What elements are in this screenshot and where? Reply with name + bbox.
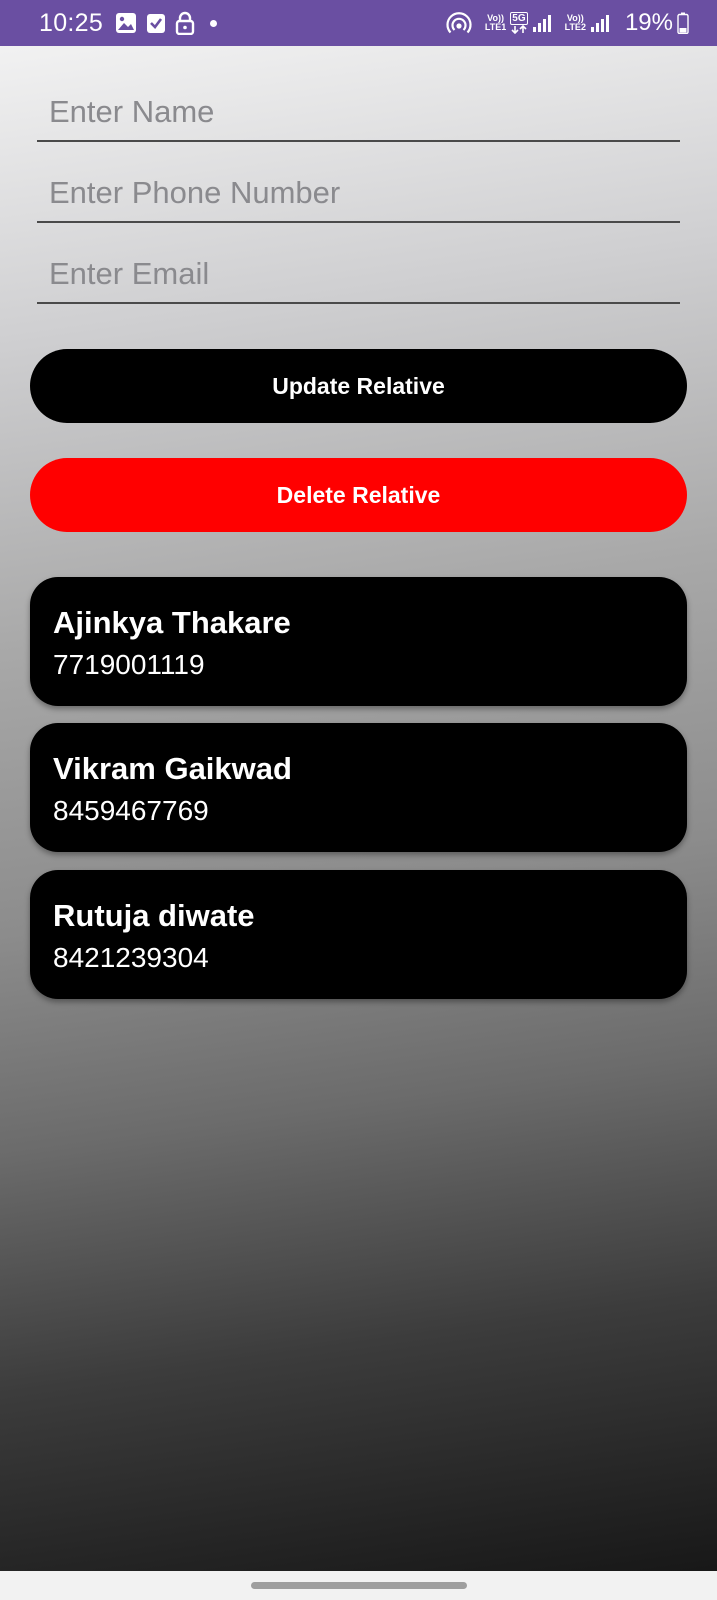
relative-phone: 8459467769 xyxy=(53,795,209,826)
relative-phone: 8421239304 xyxy=(53,942,209,973)
update-relative-button[interactable]: Update Relative xyxy=(30,349,687,423)
battery-level: 19% xyxy=(624,9,673,36)
delete-relative-label: Delete Relative xyxy=(276,481,441,508)
lock-icon xyxy=(175,11,195,35)
relative-card[interactable]: Ajinkya Thakare 7719001119 xyxy=(30,577,687,706)
gallery-icon xyxy=(115,12,137,34)
name-input[interactable] xyxy=(49,88,676,136)
relative-name: Ajinkya Thakare xyxy=(53,605,291,640)
hotspot-icon xyxy=(446,12,472,34)
volte-lte2-icon: Vo)) LTE2 xyxy=(564,13,586,32)
relative-card[interactable]: Rutuja diwate 8421239304 xyxy=(30,870,687,999)
notification-dot-icon xyxy=(210,19,218,27)
5g-data-icon: 5G xyxy=(510,12,528,34)
signal-sim1-icon xyxy=(532,14,552,32)
checkbox-icon xyxy=(146,12,166,34)
update-relative-label: Update Relative xyxy=(272,372,445,399)
status-bar: 10:25 Vo)) LTE1 5G Vo)) LTE2 19% xyxy=(0,0,717,46)
status-time: 10:25 xyxy=(39,8,104,37)
navigation-bar xyxy=(0,1571,717,1600)
signal-sim2-icon xyxy=(590,14,610,32)
email-input[interactable] xyxy=(49,250,676,298)
relative-name: Vikram Gaikwad xyxy=(53,751,292,786)
phone-input[interactable] xyxy=(49,169,676,217)
relative-name: Rutuja diwate xyxy=(53,898,255,933)
name-field xyxy=(37,82,680,142)
app-screen: 10:25 Vo)) LTE1 5G Vo)) LTE2 19% Enter N… xyxy=(0,0,717,1600)
delete-relative-button[interactable]: Delete Relative xyxy=(30,458,687,532)
battery-icon xyxy=(677,12,689,34)
relative-phone: 7719001119 xyxy=(53,649,205,680)
email-field xyxy=(37,244,680,304)
home-gesture-handle[interactable] xyxy=(251,1582,467,1589)
volte-lte1-icon: Vo)) LTE1 xyxy=(484,13,507,32)
phone-field xyxy=(37,163,680,223)
relative-card[interactable]: Vikram Gaikwad 8459467769 xyxy=(30,723,687,852)
